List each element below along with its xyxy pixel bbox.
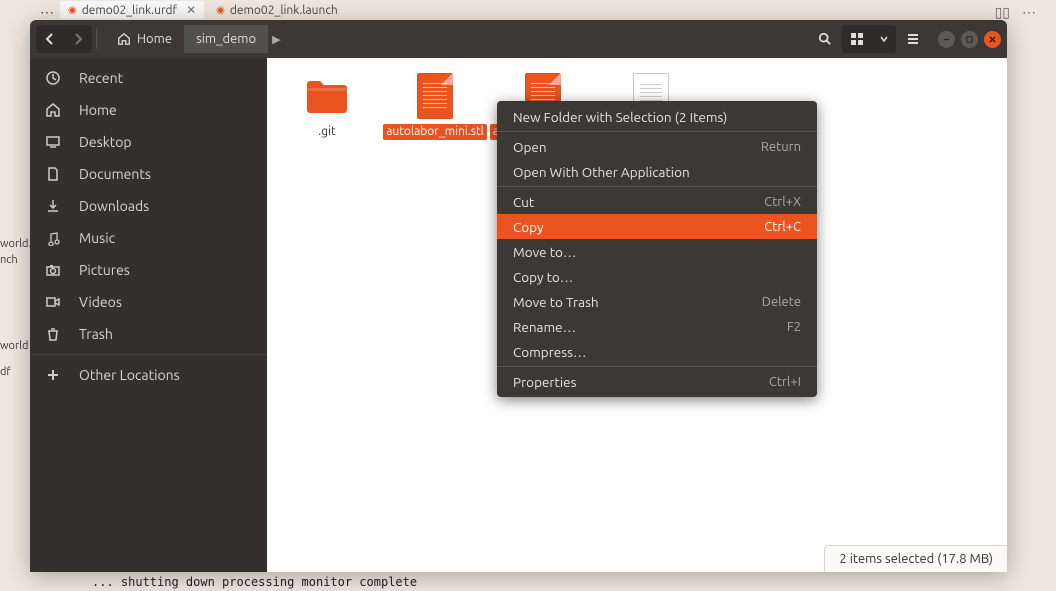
close-button[interactable] — [984, 31, 1001, 48]
maximize-button[interactable] — [961, 31, 978, 48]
sidebar-label: Desktop — [79, 134, 132, 150]
chevron-down-icon — [880, 35, 888, 43]
music-icon — [44, 230, 62, 246]
sidebar-item-recent[interactable]: Recent — [30, 62, 267, 94]
file-label: .git — [315, 124, 338, 140]
ctx-move-to[interactable]: Move to… — [497, 239, 817, 264]
trash-icon — [44, 326, 62, 342]
ctx-open-with[interactable]: Open With Other Application — [497, 159, 817, 184]
ctx-move-trash[interactable]: Move to TrashDelete — [497, 289, 817, 314]
bg-tab1-label: demo02_link.urdf — [82, 4, 177, 17]
minimize-button[interactable] — [938, 31, 955, 48]
chevron-right-icon: ▶ — [268, 33, 284, 46]
path-current-label: sim_demo — [196, 32, 256, 46]
dots-icon[interactable]: ⋯ — [1022, 4, 1036, 21]
camera-icon — [44, 262, 62, 278]
sidebar-item-home[interactable]: Home — [30, 94, 267, 126]
plus-icon — [44, 368, 62, 382]
status-text: 2 items selected (17.8 MB) — [839, 552, 993, 566]
background-editor-tabs: ◉ demo02_link.urdf ✕ ◉ demo02_link.launc… — [0, 0, 1056, 20]
sidebar-label: Recent — [79, 70, 123, 86]
hamburger-button[interactable] — [898, 25, 928, 53]
sidebar-item-desktop[interactable]: Desktop — [30, 126, 267, 158]
clock-icon — [44, 70, 62, 86]
bg-partial-4: df — [0, 366, 11, 378]
bg-tab-2[interactable]: ◉ demo02_link.launch — [208, 2, 346, 19]
sidebar-label: Downloads — [79, 198, 149, 214]
sidebar-item-music[interactable]: Music — [30, 222, 267, 254]
home-icon — [117, 32, 131, 46]
titlebar: Home sim_demo ▶ — [30, 20, 1007, 58]
bg-tab2-label: demo02_link.launch — [230, 4, 338, 17]
desktop-icon — [44, 134, 62, 150]
file-item-git[interactable]: .git — [287, 72, 367, 140]
close-icon[interactable]: ✕ — [186, 3, 196, 17]
sidebar: Recent Home Desktop Documents Downloads … — [30, 58, 267, 572]
sidebar-label: Music — [79, 230, 115, 246]
book-icon[interactable]: ▯▯ — [995, 4, 1010, 21]
document-icon — [411, 72, 459, 120]
ctx-properties[interactable]: PropertiesCtrl+I — [497, 369, 817, 394]
ctx-open[interactable]: OpenReturn — [497, 134, 817, 159]
path-home-label: Home — [137, 32, 172, 46]
forward-button[interactable] — [64, 25, 92, 53]
sidebar-item-documents[interactable]: Documents — [30, 158, 267, 190]
file-item-autolabor-mini[interactable]: autolabor_mini.stl — [395, 72, 475, 140]
ctx-new-folder[interactable]: New Folder with Selection (2 Items) — [497, 104, 817, 129]
path-bar: Home sim_demo ▶ — [105, 25, 285, 53]
bg-terminal-text: ... shutting down processing monitor com… — [92, 575, 417, 589]
hamburger-icon — [906, 32, 920, 46]
ctx-rename[interactable]: Rename…F2 — [497, 314, 817, 339]
ctx-copy[interactable]: CopyCtrl+C — [497, 214, 817, 239]
path-current[interactable]: sim_demo — [184, 25, 268, 53]
path-home[interactable]: Home — [105, 25, 184, 53]
video-icon — [44, 294, 62, 310]
view-dropdown-button[interactable] — [872, 25, 896, 53]
file-label: autolabor_mini.stl — [383, 124, 487, 140]
search-icon — [818, 32, 832, 46]
view-buttons — [842, 25, 896, 53]
window-controls — [938, 31, 1001, 48]
status-bar: 2 items selected (17.8 MB) — [824, 545, 1007, 572]
folder-icon — [303, 72, 351, 120]
ctx-cut[interactable]: CutCtrl+X — [497, 189, 817, 214]
sidebar-label: Other Locations — [79, 367, 180, 383]
bg-partial-1: world.l — [0, 238, 34, 250]
bg-partial-3: world — [0, 340, 28, 352]
sidebar-item-videos[interactable]: Videos — [30, 286, 267, 318]
sidebar-label: Home — [79, 102, 117, 118]
sidebar-label: Trash — [79, 326, 113, 342]
editor-right-controls: ▯▯ ⋯ — [995, 4, 1036, 21]
sidebar-item-trash[interactable]: Trash — [30, 318, 267, 350]
document-icon — [44, 166, 62, 182]
ctx-copy-to[interactable]: Copy to… — [497, 264, 817, 289]
back-button[interactable] — [36, 25, 64, 53]
sidebar-label: Documents — [79, 166, 151, 182]
bg-tab-1[interactable]: ◉ demo02_link.urdf ✕ — [60, 1, 204, 19]
context-menu: New Folder with Selection (2 Items) Open… — [497, 101, 817, 397]
sidebar-item-downloads[interactable]: Downloads — [30, 190, 267, 222]
home-icon — [44, 102, 62, 118]
grid-icon — [850, 32, 864, 46]
sidebar-item-pictures[interactable]: Pictures — [30, 254, 267, 286]
sidebar-item-other-locations[interactable]: Other Locations — [30, 359, 267, 391]
bg-partial-2: nch — [0, 254, 18, 266]
sidebar-label: Pictures — [79, 262, 130, 278]
view-grid-button[interactable] — [842, 25, 872, 53]
search-button[interactable] — [810, 25, 840, 53]
rss-icon: ◉ — [216, 4, 225, 16]
sidebar-label: Videos — [79, 294, 122, 310]
rss-icon: ◉ — [68, 4, 77, 16]
nav-buttons — [36, 25, 92, 53]
ctx-compress[interactable]: Compress… — [497, 339, 817, 364]
download-icon — [44, 198, 62, 214]
